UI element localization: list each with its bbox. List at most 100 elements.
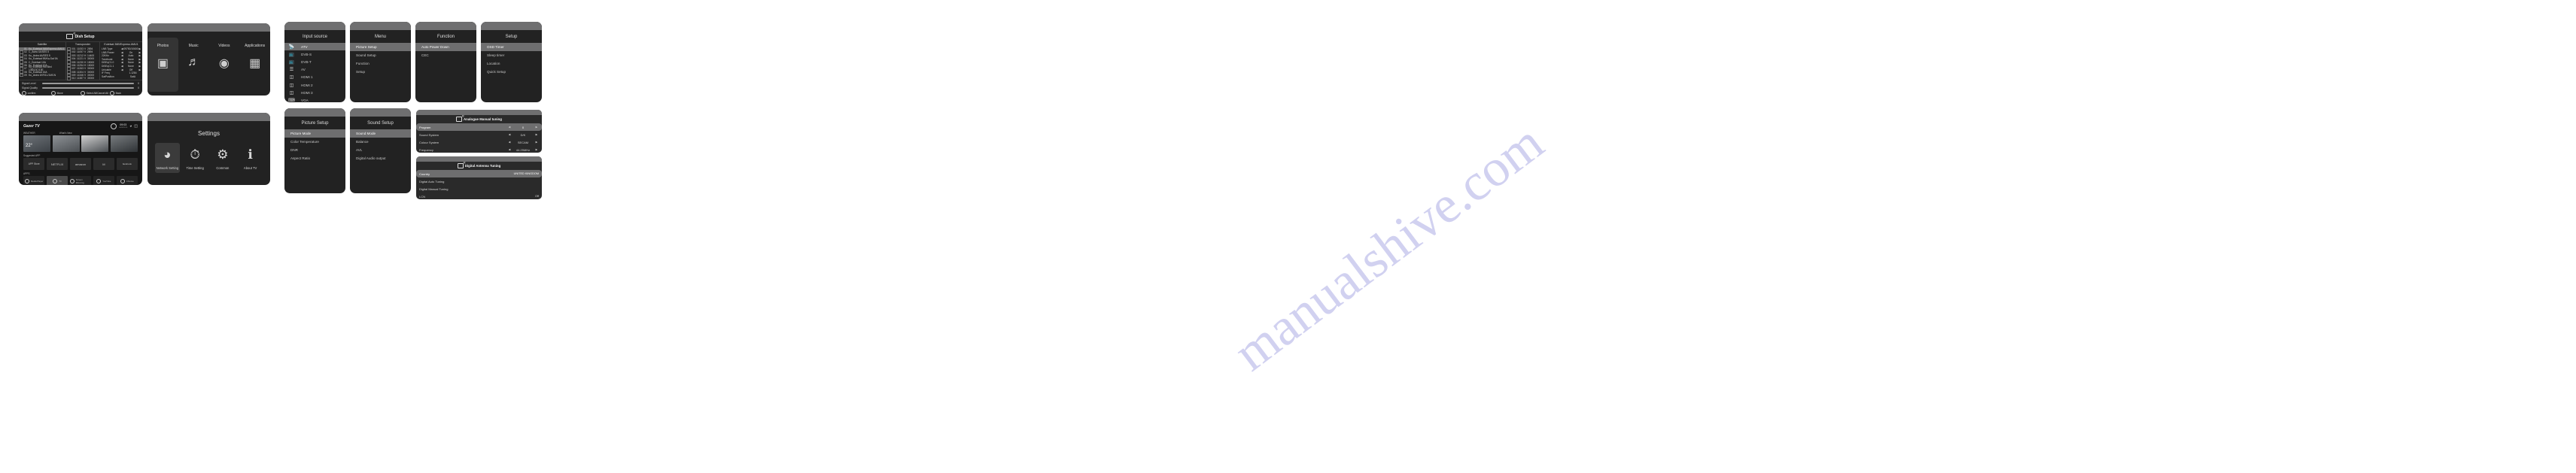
whatsnew-card-1[interactable] bbox=[52, 135, 80, 152]
lnb-setting-row[interactable]: Toneburst ◀ None ▶ bbox=[100, 58, 142, 62]
arrow-right-icon[interactable]: ▶ bbox=[534, 133, 539, 136]
digital-tuning-row[interactable]: Country UNITED KINGDOM bbox=[416, 170, 542, 177]
transponder-list[interactable]: 001 11053 V 2894 002 11057 V 2894 003 11212 H 14400… bbox=[66, 47, 99, 80]
analogue-tuning-row[interactable]: Program ◀ 0 ▶ bbox=[416, 123, 542, 131]
media-tile-applications[interactable]: Applications ▦ bbox=[239, 38, 270, 92]
lnb-settings-list[interactable]: LNB Type ◀ 09750/10600 ▶ LNB Power ◀ On ▶ 22KHz ◀… bbox=[100, 47, 142, 78]
settings-grid[interactable]: ◕ Network Setting ⏱ Time Setting ⚙ Common ℹ Abo… bbox=[148, 141, 270, 174]
lnb-setting-row[interactable]: Unicable ◀ Off ▶ bbox=[100, 68, 142, 71]
satellite-checkbox[interactable] bbox=[20, 73, 23, 77]
transponder-row[interactable]: 010 11387 V 30000 bbox=[66, 77, 99, 80]
lnb-setting-row[interactable]: LNB Power ◀ On ▶ bbox=[100, 50, 142, 54]
whatsnew-card-2[interactable] bbox=[81, 135, 109, 152]
setup-item[interactable]: OSD Timer bbox=[481, 43, 542, 51]
apps-strip[interactable]: Media Player TV Screen Mirroring YouTube Chr… bbox=[19, 176, 142, 185]
arrow-right-icon[interactable]: ▶ bbox=[138, 51, 141, 54]
function-item[interactable]: CEC bbox=[415, 51, 476, 59]
dish-action-button[interactable]: Select All/Cancel All bbox=[81, 91, 110, 96]
digital-tuning-row[interactable]: LCN Off bbox=[416, 193, 542, 199]
sound-setup-item[interactable]: AVL bbox=[350, 146, 411, 154]
input-source-item[interactable]: 📺 DVB-T bbox=[284, 58, 345, 65]
setup-list[interactable]: OSD Timer Sleep timer Location Quick Setup bbox=[481, 43, 542, 76]
input-source-item[interactable]: ☰ AV bbox=[284, 66, 345, 74]
media-tile-photos[interactable]: Photos ▣ bbox=[148, 38, 178, 92]
arrow-right-icon[interactable]: ▶ bbox=[534, 126, 539, 129]
arrow-right-icon[interactable]: ▶ bbox=[138, 68, 141, 71]
digital-tuning-row[interactable]: Digital Auto Tuning bbox=[416, 177, 542, 185]
analogue-tuning-row[interactable]: Colour System ◀ SECAM ▶ bbox=[416, 138, 542, 146]
whatsnew-card-3[interactable] bbox=[110, 135, 138, 152]
app-tile[interactable]: Chrome bbox=[116, 176, 138, 185]
arrow-right-icon[interactable]: ▶ bbox=[138, 47, 141, 50]
satellite-row[interactable]: 09 Ku_Astra 1KR/1L/1M/1N bbox=[19, 73, 65, 77]
lnb-setting-row[interactable]: 22KHz ◀ Auto ▶ bbox=[100, 54, 142, 58]
analogue-tuning-row[interactable]: Sound System ◀ D/K ▶ bbox=[416, 131, 542, 138]
arrow-right-icon[interactable]: ▶ bbox=[138, 54, 141, 57]
settings-tile-network-setting[interactable]: ◕ Network Setting bbox=[155, 143, 180, 173]
settings-tile-time-setting[interactable]: ⏱ Time Setting bbox=[183, 143, 208, 173]
analogue-tuning-rows[interactable]: Program ◀ 0 ▶ Sound System ◀ D/K ▶ Colour System… bbox=[416, 123, 542, 153]
weather-card[interactable]: 22° bbox=[23, 135, 51, 152]
media-tile-music[interactable]: Music ♬ bbox=[178, 38, 209, 92]
media-grid[interactable]: Photos ▣ Music ♬ Videos ◉ Applications ▦ bbox=[148, 32, 270, 92]
input-source-item[interactable]: ◫ HDMI 3 bbox=[284, 89, 345, 96]
app-tile-facebook[interactable]: facebook bbox=[116, 158, 138, 170]
app-tile[interactable]: Media Player bbox=[23, 176, 45, 185]
arrow-right-icon[interactable]: ▶ bbox=[138, 58, 141, 61]
dish-action-button[interactable]: confirm bbox=[22, 91, 51, 96]
setup-item[interactable]: Location bbox=[481, 59, 542, 68]
app-tile-amazon[interactable]: amazon bbox=[69, 158, 92, 170]
picture-setup-item[interactable]: DNR bbox=[284, 146, 345, 154]
main-menu-item[interactable]: Setup bbox=[350, 68, 411, 76]
arrow-right-icon[interactable]: ▶ bbox=[534, 141, 539, 144]
picture-setup-item[interactable]: Color Temperature bbox=[284, 138, 345, 146]
lnb-setting-row[interactable]: LNB Type ◀ 09750/10600 ▶ bbox=[100, 47, 142, 51]
satellite-list[interactable]: 01 Ku_Eutelsat 36B/Express AMU1 02 C_Astra … bbox=[19, 47, 65, 77]
picture-setup-item[interactable]: Aspect Ratio bbox=[284, 154, 345, 162]
arrow-right-icon[interactable]: ▶ bbox=[138, 65, 141, 68]
input-source-item[interactable]: 📺 DVB-S bbox=[284, 50, 345, 58]
dish-actions-row-1[interactable]: confirm Move Select All/Cancel All Back bbox=[19, 90, 142, 96]
suggested-apps-strip[interactable]: APP Store NETFLIX amazon M facebook bbox=[19, 158, 142, 170]
lnb-setting-row[interactable]: DiSEqC1.0 ◀ None ▶ bbox=[100, 61, 142, 65]
sound-setup-item[interactable]: Sound Mode bbox=[350, 129, 411, 138]
app-tile[interactable]: YouTube bbox=[93, 176, 115, 185]
app-tile[interactable]: Screen Mirroring bbox=[69, 176, 92, 185]
transponder-checkbox[interactable] bbox=[67, 77, 71, 80]
input-source-item[interactable]: 📡 ATV bbox=[284, 43, 345, 51]
main-menu-list[interactable]: Picture Setup Sound Setup Function Setup bbox=[350, 43, 411, 76]
main-menu-item[interactable]: Sound Setup bbox=[350, 51, 411, 59]
sound-setup-list[interactable]: Sound Mode Balance AVL Digital Audio output bbox=[350, 129, 411, 162]
picture-setup-list[interactable]: Picture Mode Color Temperature DNR Aspect R… bbox=[284, 129, 345, 162]
main-menu-item[interactable]: Picture Setup bbox=[350, 43, 411, 51]
settings-tile-common[interactable]: ⚙ Common bbox=[211, 143, 236, 173]
dish-action-button[interactable]: Back bbox=[110, 91, 139, 96]
input-source-item[interactable]: ⌨ VGA bbox=[284, 96, 345, 102]
input-source-list[interactable]: 📡 ATV 📺 DVB-S 📺 DVB-T ☰ AV ◫ HDMI 1 ◫ HDMI 2 ◫ HDMI 3… bbox=[284, 43, 345, 102]
lnb-setting-row[interactable]: SatPosition SatA bbox=[100, 75, 142, 79]
setup-item[interactable]: Sleep timer bbox=[481, 51, 542, 59]
sound-setup-item[interactable]: Digital Audio output bbox=[350, 154, 411, 162]
input-source-item[interactable]: ◫ HDMI 1 bbox=[284, 74, 345, 81]
dish-action-button[interactable]: Move bbox=[51, 91, 81, 96]
lnb-setting-row[interactable]: IF Freq 1.1284 bbox=[100, 71, 142, 75]
search-icon[interactable] bbox=[111, 123, 117, 129]
app-tile-megogo[interactable]: M bbox=[93, 158, 115, 170]
arrow-right-icon[interactable]: ▶ bbox=[138, 61, 141, 64]
digital-tuning-row[interactable]: Digital Manual Tuning bbox=[416, 185, 542, 193]
digital-tuning-rows[interactable]: Country UNITED KINGDOM Digital Auto Tuning… bbox=[416, 170, 542, 199]
app-tile-netflix[interactable]: NETFLIX bbox=[46, 158, 68, 170]
lnb-setting-row[interactable]: DiSEqC1.1 ◀ None ▶ bbox=[100, 65, 142, 68]
main-menu-item[interactable]: Function bbox=[350, 59, 411, 68]
input-source-item[interactable]: ◫ HDMI 2 bbox=[284, 81, 345, 89]
gazer-hero-strip[interactable]: 22° bbox=[19, 135, 142, 152]
settings-tile-about-tv[interactable]: ℹ About TV bbox=[238, 143, 263, 173]
arrow-right-icon[interactable]: ▶ bbox=[534, 148, 539, 151]
picture-setup-item[interactable]: Picture Mode bbox=[284, 129, 345, 138]
analogue-tuning-row[interactable]: Frequency ◀ 44.25MHz ▶ bbox=[416, 146, 542, 153]
app-tile[interactable]: TV bbox=[46, 176, 68, 185]
media-tile-videos[interactable]: Videos ◉ bbox=[209, 38, 240, 92]
function-item[interactable]: Auto Power Down bbox=[415, 43, 476, 51]
app-store-tile[interactable]: APP Store bbox=[23, 158, 45, 170]
sound-setup-item[interactable]: Balance bbox=[350, 138, 411, 146]
